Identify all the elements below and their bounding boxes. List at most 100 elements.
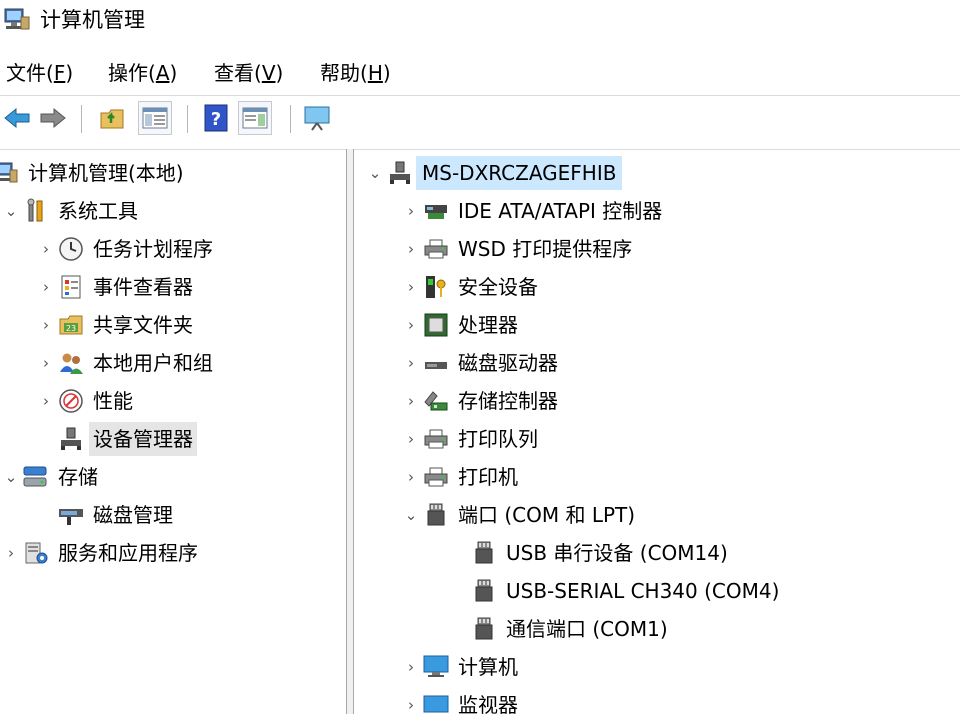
toolbar-separator [290, 105, 291, 133]
chevron-down-icon[interactable]: ⌄ [400, 498, 422, 532]
tree-item-device-manager[interactable]: 设备管理器 [57, 422, 197, 456]
navigation-tree: 计算机管理(本地) ⌄ 系统工具 › 任务计划程序 › 事件查看器 › 23 共… [0, 149, 346, 715]
computer-management-icon [3, 7, 31, 33]
pane-splitter[interactable] [346, 149, 354, 714]
chevron-right-icon[interactable]: › [400, 688, 422, 722]
tree-label: 性能 [93, 389, 133, 413]
chevron-right-icon[interactable]: › [400, 270, 422, 304]
toolbar-separator [81, 105, 82, 133]
device-label: IDE ATA/ATAPI 控制器 [458, 199, 663, 223]
device-label: 端口 (COM 和 LPT) [458, 503, 636, 527]
chevron-right-icon[interactable]: › [400, 308, 422, 342]
device-label: 磁盘驱动器 [458, 351, 558, 375]
title-bar: 计算机管理 [0, 0, 960, 42]
computer-management-icon [0, 159, 20, 187]
chevron-right-icon[interactable]: › [35, 232, 57, 266]
storage-icon [22, 463, 50, 491]
menu-view[interactable]: 查看(V) [214, 56, 283, 90]
device-category-processor[interactable]: › 处理器 [400, 308, 518, 342]
chevron-right-icon[interactable]: › [35, 270, 57, 304]
device-category-monitor[interactable]: › 监视器 [400, 688, 518, 722]
clock-icon [57, 235, 85, 263]
tree-item-system-tools[interactable]: ⌄ 系统工具 [0, 194, 138, 228]
chevron-right-icon[interactable]: › [400, 422, 422, 456]
printer-icon [422, 235, 450, 263]
device-category-disk[interactable]: › 磁盘驱动器 [400, 346, 558, 380]
storage-controller-icon [422, 387, 450, 415]
up-folder-icon[interactable] [96, 101, 130, 135]
chevron-right-icon[interactable]: › [0, 536, 22, 570]
device-category-storage-controller[interactable]: › 存储控制器 [400, 384, 558, 418]
device-category-print-queue[interactable]: › 打印队列 [400, 422, 538, 456]
tree-item-disk-management[interactable]: 磁盘管理 [57, 498, 173, 532]
services-icon [22, 539, 50, 567]
tree-label: 服务和应用程序 [58, 541, 198, 565]
printer-icon [422, 425, 450, 453]
device-label: USB-SERIAL CH340 (COM4) [506, 579, 780, 603]
tree-item-local-users[interactable]: › 本地用户和组 [35, 346, 213, 380]
tree-root[interactable]: 计算机管理(本地) [0, 156, 184, 190]
tree-label: 存储 [58, 465, 98, 489]
action-pane-icon[interactable] [238, 101, 272, 135]
chevron-right-icon[interactable]: › [400, 232, 422, 266]
tree-item-services-apps[interactable]: › 服务和应用程序 [0, 536, 198, 570]
chevron-right-icon[interactable]: › [400, 346, 422, 380]
device-tree-root[interactable]: ⌄ MS-DXRCZAGEFHIB [364, 156, 623, 190]
show-hide-tree-icon[interactable] [138, 101, 172, 135]
chevron-right-icon[interactable]: › [400, 650, 422, 684]
device-label: USB 串行设备 (COM14) [506, 541, 728, 565]
tree-item-task-scheduler[interactable]: › 任务计划程序 [35, 232, 213, 266]
tree-item-performance[interactable]: › 性能 [35, 384, 133, 418]
forward-arrow-icon[interactable] [36, 101, 70, 135]
chevron-right-icon[interactable]: › [400, 460, 422, 494]
chevron-right-icon[interactable]: › [400, 194, 422, 228]
menu-help[interactable]: 帮助(H) [320, 56, 391, 90]
tree-label: 系统工具 [58, 199, 138, 223]
tools-icon [22, 197, 50, 225]
chevron-right-icon[interactable]: › [400, 384, 422, 418]
device-label: 处理器 [458, 313, 518, 337]
device-port-com4[interactable]: USB-SERIAL CH340 (COM4) [470, 574, 779, 608]
back-arrow-icon[interactable] [0, 101, 34, 135]
device-category-ports[interactable]: ⌄ 端口 (COM 和 LPT) [400, 498, 635, 532]
window-title: 计算机管理 [40, 8, 145, 32]
monitor-icon [422, 691, 450, 719]
tree-item-shared-folders[interactable]: › 23 共享文件夹 [35, 308, 193, 342]
chevron-down-icon[interactable]: ⌄ [0, 460, 22, 494]
toolbar: ? [0, 97, 960, 141]
event-viewer-icon [57, 273, 85, 301]
tree-label: 计算机管理(本地) [28, 161, 184, 185]
chevron-down-icon[interactable]: ⌄ [0, 194, 22, 228]
device-tree: ⌄ MS-DXRCZAGEFHIB › IDE ATA/ATAPI 控制器 › … [354, 149, 960, 717]
device-port-com1[interactable]: 通信端口 (COM1) [470, 612, 668, 646]
tree-item-storage[interactable]: ⌄ 存储 [0, 460, 98, 494]
computer-name: MS-DXRCZAGEFHIB [416, 156, 623, 190]
device-category-ide[interactable]: › IDE ATA/ATAPI 控制器 [400, 194, 662, 228]
tree-label: 共享文件夹 [93, 313, 193, 337]
monitor-icon [422, 653, 450, 681]
chevron-right-icon[interactable]: › [35, 308, 57, 342]
device-category-computer[interactable]: › 计算机 [400, 650, 518, 684]
svg-text:?: ? [211, 109, 221, 130]
port-icon [422, 501, 450, 529]
device-category-security[interactable]: › 安全设备 [400, 270, 538, 304]
menu-bar: 文件(F) 操作(A) 查看(V) 帮助(H) [0, 56, 960, 90]
device-category-wsd[interactable]: › WSD 打印提供程序 [400, 232, 632, 266]
device-category-printer[interactable]: › 打印机 [400, 460, 518, 494]
tree-label: 本地用户和组 [93, 351, 213, 375]
device-label: 计算机 [458, 655, 518, 679]
disk-drive-icon [422, 349, 450, 377]
port-icon [470, 615, 498, 643]
menu-action[interactable]: 操作(A) [108, 56, 177, 90]
device-port-com14[interactable]: USB 串行设备 (COM14) [470, 536, 728, 570]
computer-node-icon [386, 159, 414, 187]
chevron-down-icon[interactable]: ⌄ [364, 156, 386, 190]
monitor-icon[interactable] [300, 101, 334, 135]
menu-file[interactable]: 文件(F) [6, 56, 73, 90]
security-device-icon [422, 273, 450, 301]
help-icon[interactable]: ? [199, 101, 233, 135]
chevron-right-icon[interactable]: › [35, 384, 57, 418]
shared-folders-icon: 23 [57, 311, 85, 339]
chevron-right-icon[interactable]: › [35, 346, 57, 380]
tree-item-event-viewer[interactable]: › 事件查看器 [35, 270, 193, 304]
